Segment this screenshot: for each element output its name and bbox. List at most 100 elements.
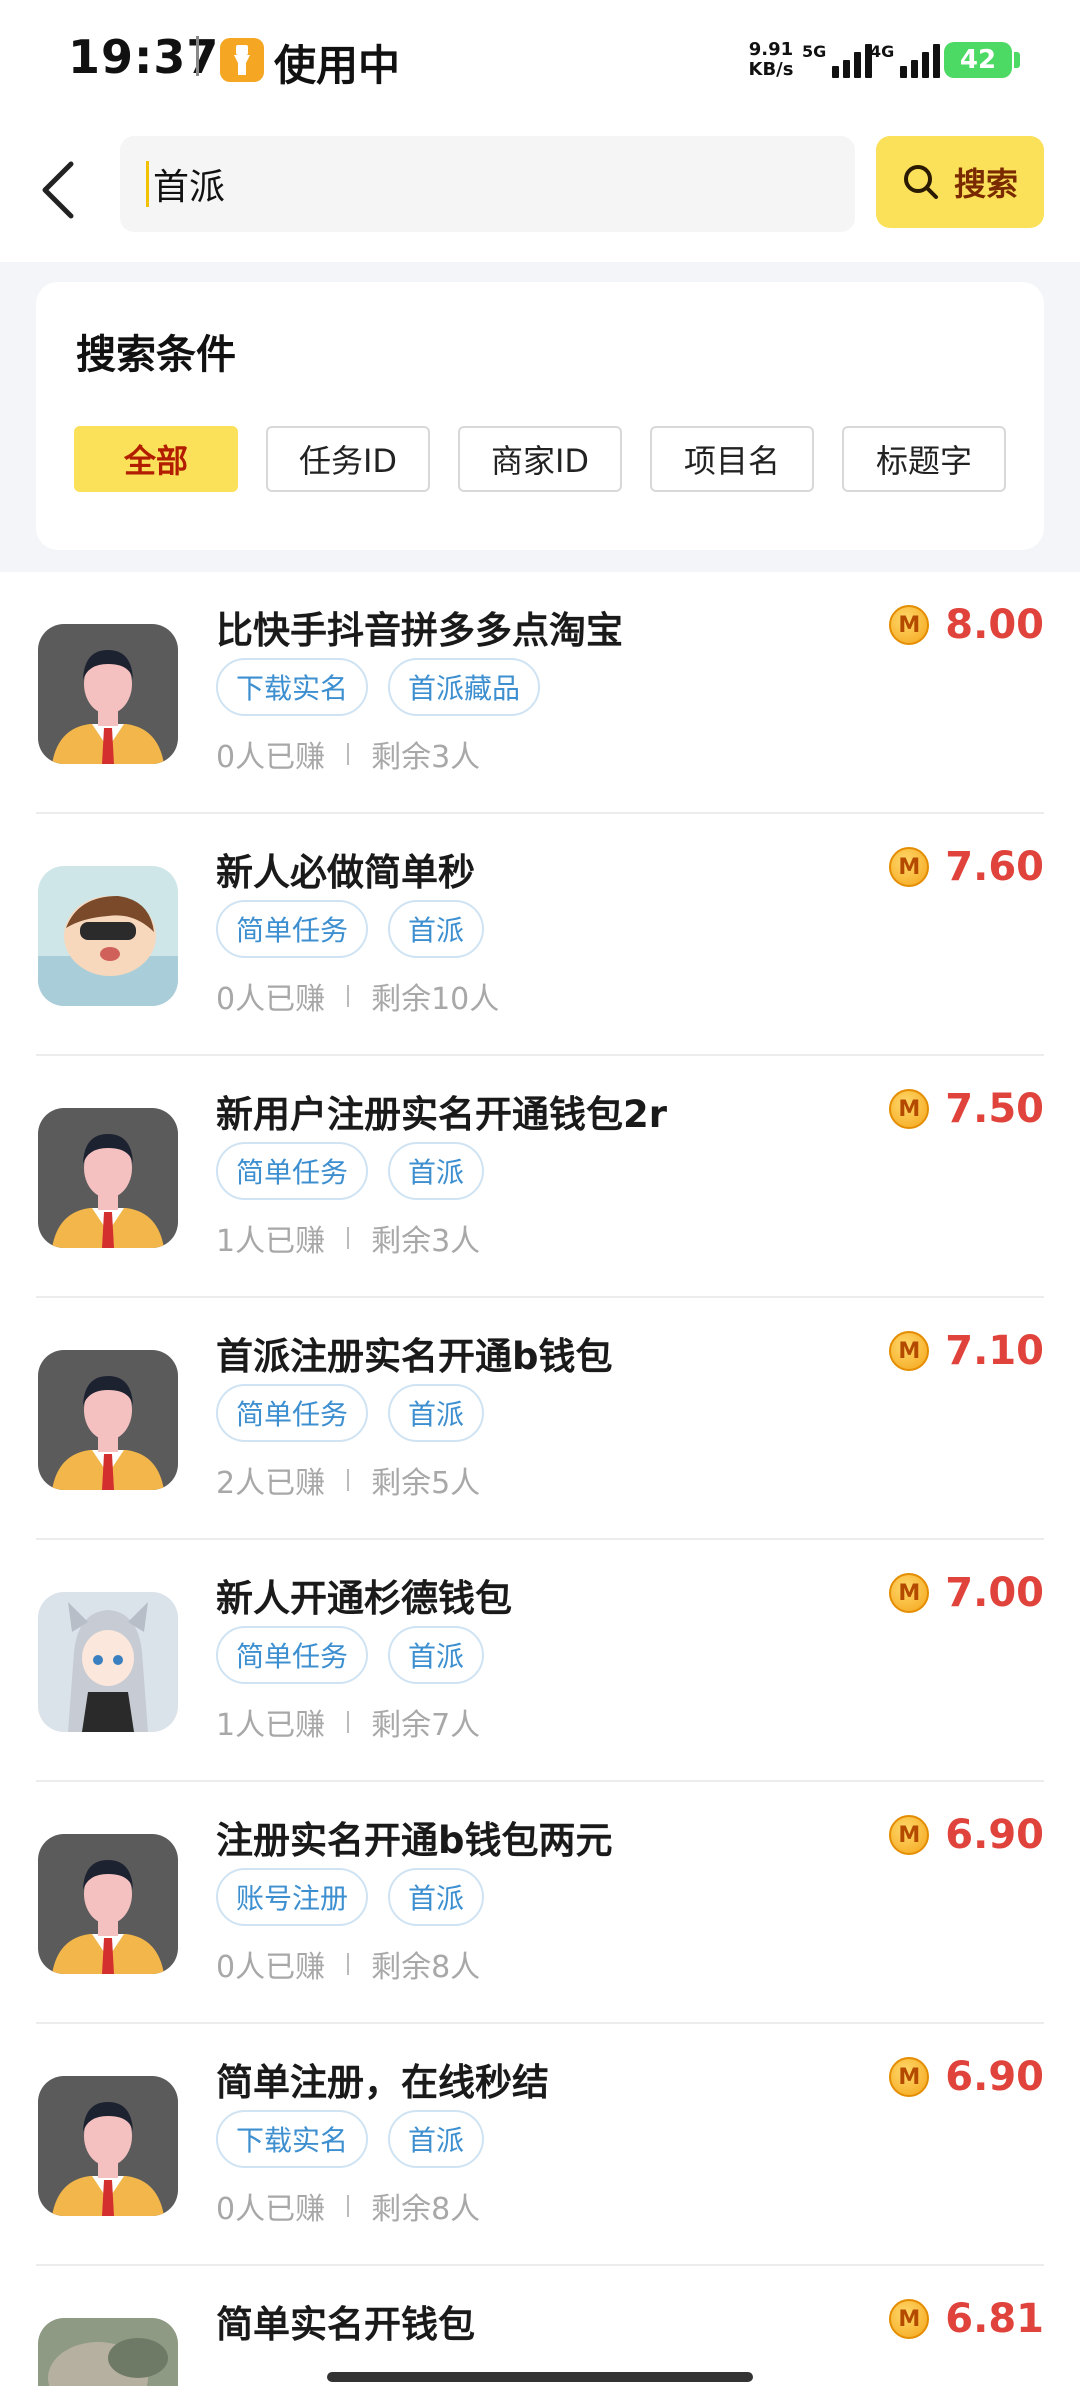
back-button[interactable] — [24, 150, 94, 230]
flashlight-icon — [220, 38, 264, 82]
search-header: 搜索 — [0, 120, 1080, 262]
task-title: 新用户注册实名开通钱包2r — [216, 1093, 667, 1136]
task-price: 7.60 — [945, 844, 1044, 890]
filter-chip-project-name[interactable]: 项目名 — [650, 426, 814, 492]
home-indicator — [327, 2372, 753, 2382]
chevron-left-icon — [42, 161, 74, 219]
task-price: 8.00 — [945, 602, 1044, 648]
task-price: 7.50 — [945, 1086, 1044, 1132]
signal-5g-icon: 5G — [802, 42, 873, 78]
task-earned-count: 0人已赚 — [216, 1950, 326, 1985]
task-list-item[interactable]: 比快手抖音拼多多点淘宝下载实名 首派藏品 0人已赚 剩余3人 M 8.00 — [36, 572, 1044, 814]
task-avatar — [38, 2318, 178, 2386]
task-reward: M 8.00 — [889, 602, 1044, 648]
task-earned-count: 0人已赚 — [216, 2192, 326, 2227]
task-list-item[interactable]: 注册实名开通b钱包两元账号注册 首派 0人已赚 剩余8人 M 6.90 — [36, 1782, 1044, 2024]
task-earned-count: 0人已赚 — [216, 740, 326, 775]
task-reward: M 7.50 — [889, 1086, 1044, 1132]
task-title: 注册实名开通b钱包两元 — [216, 1819, 613, 1862]
task-list-item[interactable]: 新人开通杉德钱包简单任务 首派 1人已赚 剩余7人 M 7.00 — [36, 1540, 1044, 1782]
filter-chip-title-keyword[interactable]: 标题字 — [842, 426, 1006, 492]
signal-4g-label: 4G — [870, 42, 895, 61]
task-price: 6.81 — [945, 2296, 1044, 2342]
task-remaining-count: 剩余5人 — [371, 1466, 481, 1501]
task-tags: 下载实名 首派藏品 — [216, 658, 541, 716]
task-list-item[interactable]: 简单实名开钱包 M 6.81 — [36, 2266, 1044, 2386]
meta-divider — [347, 1953, 350, 1975]
coin-icon: M — [889, 1573, 930, 1613]
task-tag: 简单任务 — [216, 900, 369, 958]
search-button[interactable]: 搜索 — [876, 136, 1044, 228]
task-meta: 1人已赚 剩余3人 — [216, 1216, 480, 1260]
coin-icon: M — [889, 847, 930, 887]
filter-card: 搜索条件 全部 任务ID 商家ID 项目名 标题字 — [36, 282, 1044, 550]
task-remaining-count: 剩余3人 — [371, 1224, 481, 1259]
task-remaining-count: 剩余3人 — [371, 740, 481, 775]
task-tag: 首派 — [388, 1626, 485, 1684]
task-title: 新人开通杉德钱包 — [216, 1577, 512, 1620]
task-avatar — [38, 1834, 178, 1974]
meta-divider — [347, 1469, 350, 1491]
battery-icon: 42 — [944, 42, 1012, 78]
filter-chip-merchant-id[interactable]: 商家ID — [458, 426, 622, 492]
task-meta: 0人已赚 剩余3人 — [216, 732, 480, 776]
task-avatar — [38, 1108, 178, 1248]
task-tag: 简单任务 — [216, 1626, 369, 1684]
task-avatar — [38, 1350, 178, 1490]
coin-icon: M — [889, 1815, 930, 1855]
task-tags: 账号注册 首派 — [216, 1868, 485, 1926]
task-remaining-count: 剩余8人 — [371, 2192, 481, 2227]
task-tags: 简单任务 首派 — [216, 900, 485, 958]
task-reward: M 6.90 — [889, 2054, 1044, 2100]
battery-tip — [1014, 52, 1020, 68]
net-speed-unit: KB/s — [748, 59, 794, 80]
task-tag: 下载实名 — [216, 2110, 369, 2168]
task-title: 首派注册实名开通b钱包 — [216, 1335, 613, 1378]
task-tag: 首派藏品 — [388, 658, 541, 716]
task-tag: 首派 — [388, 1384, 485, 1442]
task-title: 简单注册，在线秒结 — [216, 2061, 549, 2104]
battery-level: 42 — [959, 45, 997, 75]
task-meta: 1人已赚 剩余7人 — [216, 1700, 480, 1744]
meta-divider — [347, 743, 350, 765]
task-title: 比快手抖音拼多多点淘宝 — [216, 609, 623, 652]
network-speed: 9.91 KB/s — [746, 40, 796, 80]
coin-icon: M — [889, 1089, 930, 1129]
task-earned-count: 1人已赚 — [216, 1708, 326, 1743]
task-list-item[interactable]: 简单注册，在线秒结 下载实名 首派 0人已赚 剩余8人 M 6.90 — [36, 2024, 1044, 2266]
task-remaining-count: 剩余7人 — [371, 1708, 481, 1743]
task-earned-count: 1人已赚 — [216, 1224, 326, 1259]
coin-icon: M — [889, 605, 930, 645]
task-tag: 简单任务 — [216, 1384, 369, 1442]
task-price: 6.90 — [945, 1812, 1044, 1858]
coin-icon: M — [889, 2299, 930, 2339]
task-list-item[interactable]: 首派注册实名开通b钱包 简单任务 首派 2人已赚 剩余5人 M 7.10 — [36, 1298, 1044, 1540]
task-reward: M 7.60 — [889, 844, 1044, 890]
task-title: 简单实名开钱包 — [216, 2303, 475, 2346]
task-title: 新人必做简单秒 — [216, 851, 475, 894]
signal-5g-label: 5G — [802, 42, 827, 61]
task-price: 6.90 — [945, 2054, 1044, 2100]
search-box[interactable] — [120, 136, 855, 232]
task-reward: M 6.81 — [889, 2296, 1044, 2342]
filter-chip-all[interactable]: 全部 — [74, 426, 238, 492]
meta-divider — [347, 985, 350, 1007]
search-button-label: 搜索 — [953, 165, 1018, 203]
task-tags: 简单任务 首派 — [216, 1384, 485, 1442]
search-input[interactable] — [146, 161, 826, 207]
task-avatar — [38, 1592, 178, 1732]
task-tags: 简单任务 首派 — [216, 1142, 485, 1200]
task-price: 7.00 — [945, 1570, 1044, 1616]
filter-chip-task-id[interactable]: 任务ID — [266, 426, 430, 492]
task-tag: 首派 — [388, 1868, 485, 1926]
task-list-item[interactable]: 新用户注册实名开通钱包2r 简单任务 首派 1人已赚 剩余3人 M 7.50 — [36, 1056, 1044, 1298]
search-icon — [903, 165, 938, 199]
task-avatar — [38, 866, 178, 1006]
task-tag: 账号注册 — [216, 1868, 369, 1926]
task-meta: 0人已赚 剩余8人 — [216, 1942, 480, 1986]
task-list-item[interactable]: 新人必做简单秒 简单任务 首派 0人已赚 剩余10人 M 7.60 — [36, 814, 1044, 1056]
task-earned-count: 0人已赚 — [216, 982, 326, 1017]
task-tag: 首派 — [388, 900, 485, 958]
task-tags: 简单任务 首派 — [216, 1626, 485, 1684]
task-tag: 简单任务 — [216, 1142, 369, 1200]
